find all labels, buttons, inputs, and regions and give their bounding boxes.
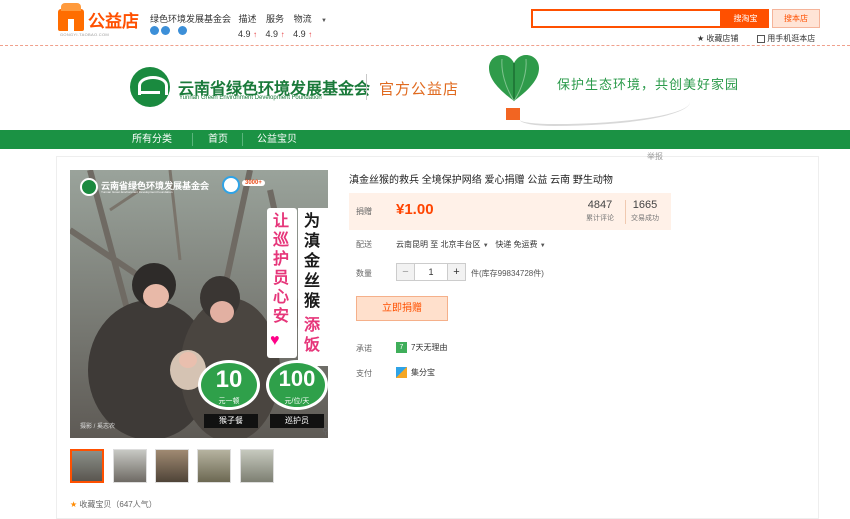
shipping-info[interactable]: 云南昆明 至 北京丰台区 ▼ 快递 免运费 ▼	[396, 239, 546, 250]
nav-divider	[242, 133, 243, 146]
photo-credit: 摄影 / 奚志农	[80, 424, 116, 430]
thumbnail-5[interactable]	[240, 449, 274, 483]
poster-tag-icon	[222, 176, 240, 194]
product-main-image[interactable]: 云南省绿色环境发展基金会 Yunnan Green Environment De…	[70, 170, 328, 438]
divider	[366, 74, 367, 100]
thumbnail-1[interactable]	[70, 449, 104, 483]
nav-home[interactable]: 首页	[208, 130, 228, 149]
poster-tag: 3000+	[242, 180, 265, 186]
poster-org-logo-icon	[80, 178, 98, 196]
shop-badges	[150, 26, 189, 44]
foundation-name-en: Yunnan Green Environment Development Fou…	[179, 95, 322, 101]
up-arrow-icon: ↑	[280, 30, 285, 39]
thumbnail-3[interactable]	[155, 449, 189, 483]
score-description: 描述 4.9 ↑	[238, 14, 258, 39]
banner-tagline: 保护生态环境，共创美好家园	[557, 77, 740, 92]
payment-label: 支付	[356, 369, 372, 378]
quantity-decrease-button[interactable]: −	[397, 264, 415, 280]
seven-day-icon: 7	[396, 342, 407, 354]
stat-divider	[625, 200, 626, 224]
badge-icon	[161, 26, 170, 35]
price-ranger-value: 100	[278, 366, 316, 391]
score-service: 服务 4.9 ↑	[265, 14, 285, 39]
shop-nav-bar: 所有分类 首页 公益宝贝	[0, 130, 850, 149]
quantity-increase-button[interactable]: +	[447, 264, 465, 280]
poster-headline-left: 让巡护员心安	[273, 213, 290, 325]
nav-charity-items[interactable]: 公益宝贝	[257, 130, 297, 149]
favorite-item-link[interactable]: ★ 收藏宝贝（647人气）	[70, 499, 157, 510]
reviews-stat[interactable]: 4847 累计评论	[586, 199, 614, 223]
mobile-shop-link[interactable]: 用手机逛本店	[757, 33, 815, 44]
balloon-basket-icon	[506, 108, 520, 120]
top-bar: 公益店 GONGYI.TAOBAO.COM 绿色环境发展基金会 描述 4.9 ↑ …	[0, 0, 850, 46]
chevron-down-icon[interactable]: ▼	[321, 18, 327, 24]
shipping-label: 配送	[356, 240, 372, 249]
payment-jifenbao[interactable]: 集分宝	[396, 367, 435, 379]
chevron-down-icon: ▼	[482, 243, 489, 249]
nav-all-categories[interactable]: 所有分类	[132, 130, 172, 149]
product-price: ¥1.00	[396, 201, 434, 218]
poster-org-name-en: Yunnan Green Environment Development Fou…	[101, 190, 173, 194]
search-shop-button[interactable]: 搜本店	[772, 9, 820, 28]
qr-code-icon	[757, 34, 765, 43]
star-icon: ★	[70, 500, 78, 509]
nav-divider	[192, 133, 193, 146]
gongyi-logo[interactable]: 公益店 GONGYI.TAOBAO.COM	[58, 3, 139, 37]
poster-headline-right-1: 为滇金丝猴	[304, 213, 321, 310]
jifenbao-icon	[396, 367, 407, 379]
logo-subtext: GONGYI.TAOBAO.COM	[60, 32, 110, 37]
promise-7day[interactable]: 7 7天无理由	[396, 342, 447, 354]
badge-icon	[178, 26, 187, 35]
logo-text: 公益店	[88, 12, 139, 31]
shop-name[interactable]: 绿色环境发展基金会	[150, 12, 231, 25]
up-arrow-icon: ↑	[308, 30, 313, 39]
quantity-stepper: − 1 +	[396, 263, 466, 281]
price-ranger-unit: 元/位/天	[284, 398, 310, 405]
badge-icon	[150, 26, 159, 35]
score-logistics: 物流 4.9 ↑	[293, 14, 313, 39]
foundation-logo-icon	[130, 67, 170, 107]
price-meal-unit: 元一顿	[218, 398, 240, 405]
price-ranger-label: 巡护员	[270, 414, 324, 428]
thumbnail-2[interactable]	[113, 449, 147, 483]
poster-headline-right-2: 添饭	[304, 317, 321, 354]
price-label: 捐赠	[356, 207, 372, 216]
search-taobao-button[interactable]: 搜淘宝	[722, 9, 769, 28]
quantity-label: 数量	[356, 269, 372, 278]
report-link[interactable]: 举报	[647, 151, 663, 162]
price-meal-label: 猴子餐	[204, 414, 258, 428]
shop-house-icon	[58, 3, 84, 31]
quantity-input[interactable]: 1	[415, 264, 447, 280]
stock-info: 件(库存99834728件)	[471, 269, 544, 278]
favorite-shop-link[interactable]: ★ 收藏店铺	[697, 33, 738, 44]
shop-scores: 描述 4.9 ↑ 服务 4.9 ↑ 物流 4.9 ↑	[238, 12, 318, 39]
product-title: 滇金丝猴的救兵 全境保护网络 爱心捐赠 公益 云南 野生动物	[349, 175, 613, 186]
search-input[interactable]	[531, 9, 722, 28]
zoom-icon[interactable]: ⚲	[322, 426, 329, 437]
thumbnail-4[interactable]	[197, 449, 231, 483]
price-meal-value: 10	[215, 366, 243, 393]
official-store-label: 官方公益店	[379, 81, 460, 98]
star-icon: ★	[697, 34, 705, 43]
heart-decoration-icon: ♥	[270, 332, 280, 349]
deals-stat: 1665 交易成功	[631, 199, 659, 222]
donate-now-button[interactable]: 立即捐赠	[356, 296, 448, 321]
promise-label: 承诺	[356, 344, 372, 353]
chevron-down-icon: ▼	[539, 243, 546, 249]
up-arrow-icon: ↑	[253, 30, 258, 39]
